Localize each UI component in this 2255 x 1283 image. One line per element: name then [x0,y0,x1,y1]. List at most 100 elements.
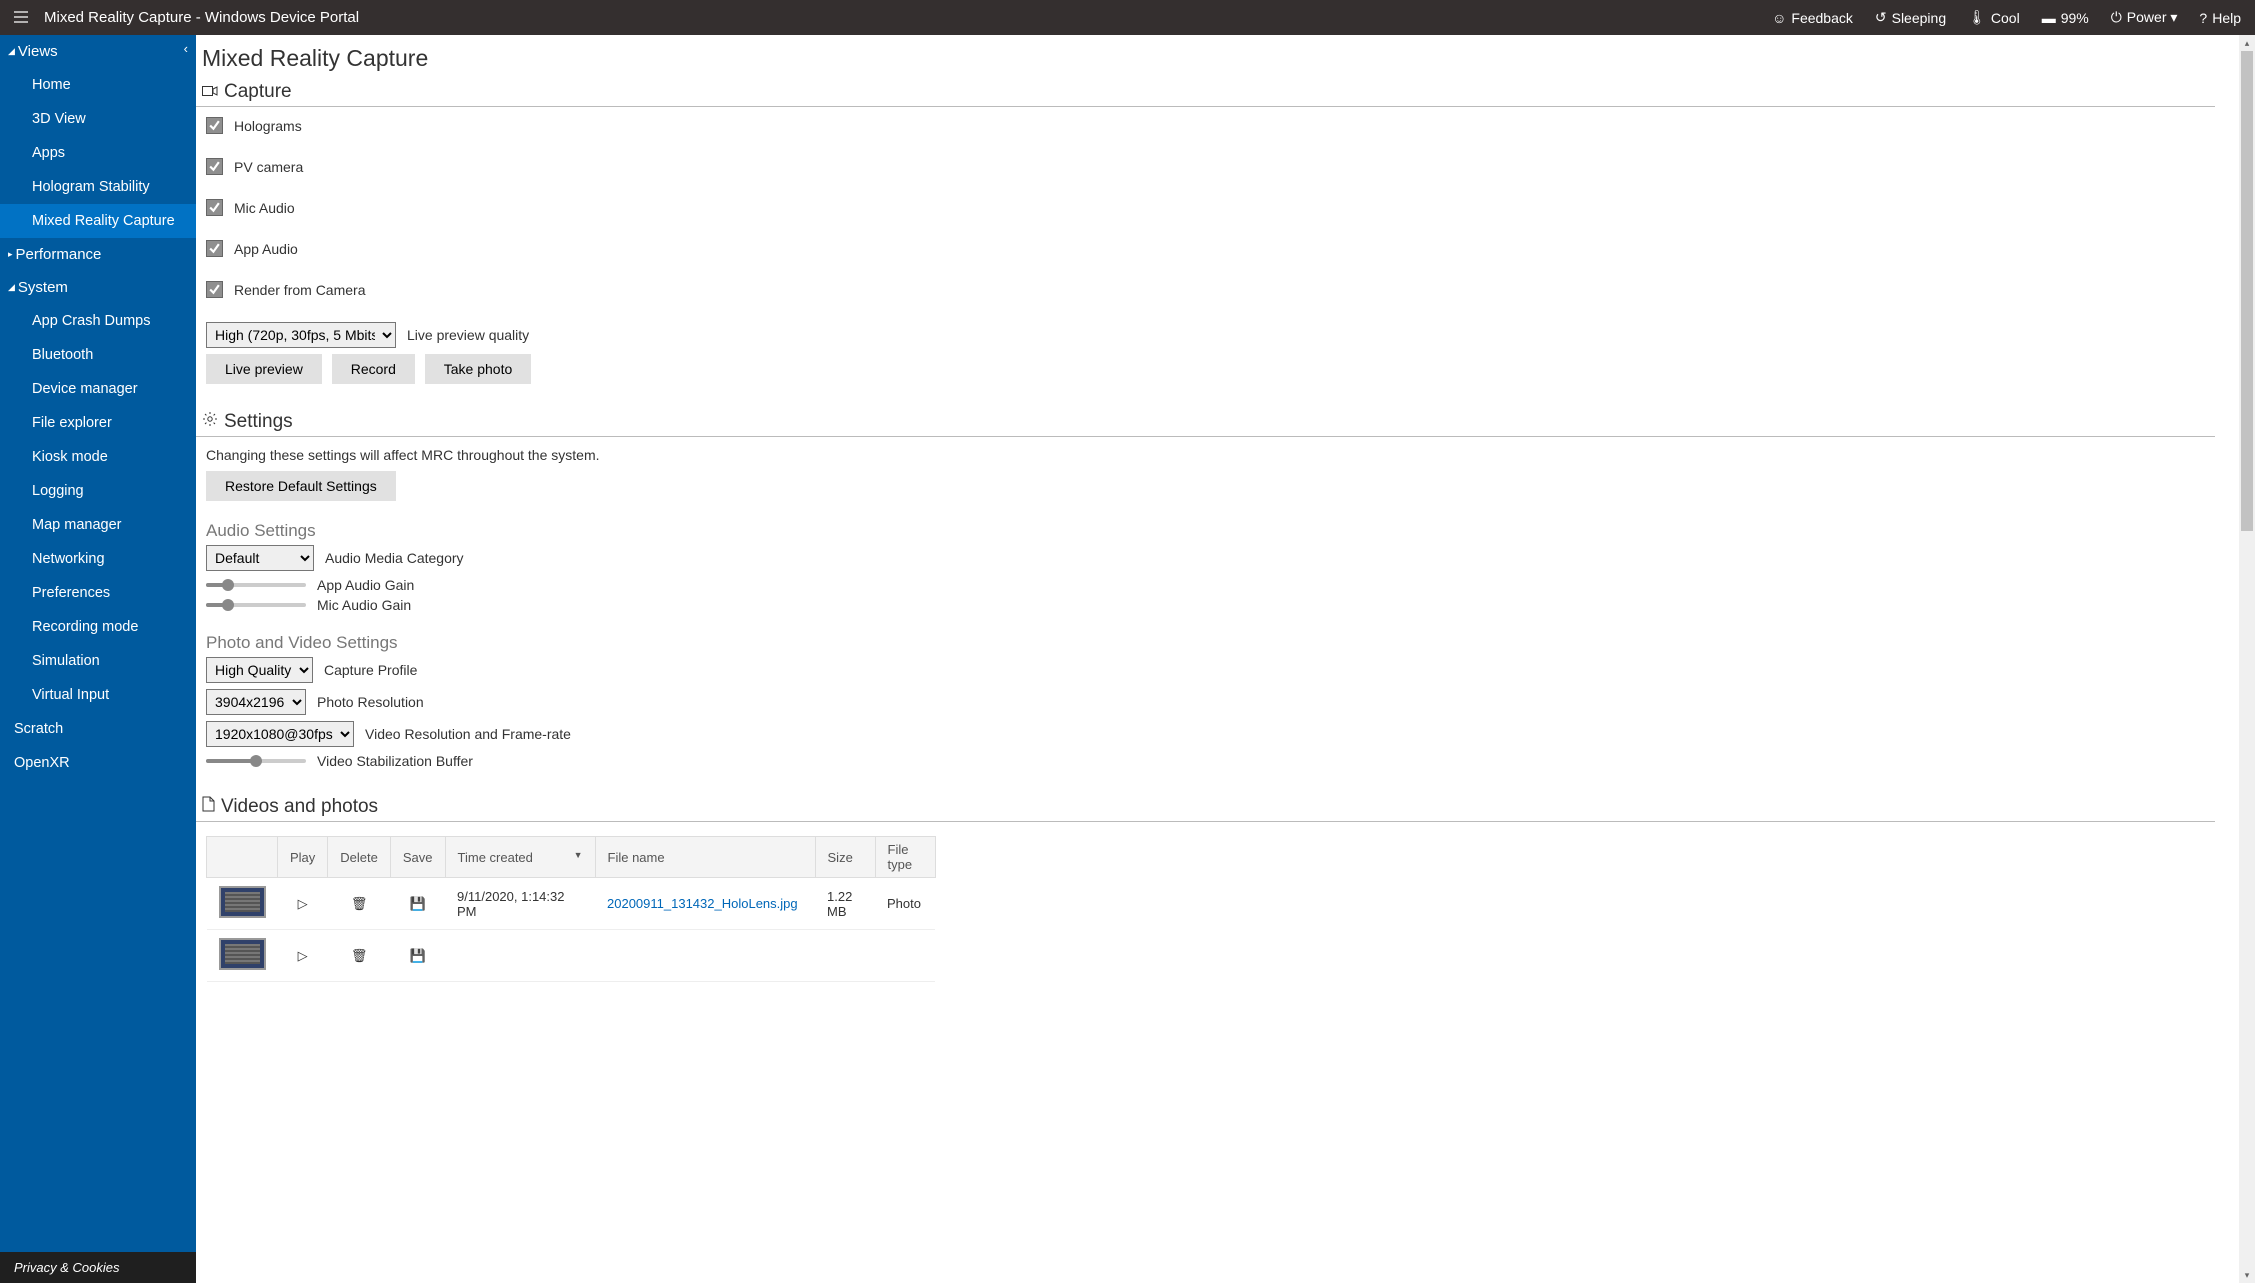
delete-icon[interactable]: 🗑 [328,878,391,930]
sort-down-icon: ▼ [574,850,583,860]
col-size[interactable]: Size [815,837,875,878]
video-stabilization-slider[interactable] [206,756,306,766]
pv-camera-checkbox[interactable] [206,158,223,175]
file-name-link[interactable]: 20200911_131432_HoloLens.jpg [607,896,798,911]
sidebar-item-apps[interactable]: Apps [0,136,196,170]
col-time[interactable]: Time created ▼ [445,837,595,878]
sidebar-item-kiosk-mode[interactable]: Kiosk mode [0,440,196,474]
power-menu[interactable]: ⏻ Power ▾ [2111,9,2178,26]
smile-icon: ☺ [1772,10,1786,26]
col-filename[interactable]: File name [595,837,815,878]
sidebar-item-app-crash-dumps[interactable]: App Crash Dumps [0,304,196,338]
history-icon: ↺ [1875,9,1887,26]
app-audio-label: App Audio [234,241,298,257]
sidebar-item-device-manager[interactable]: Device manager [0,372,196,406]
sidebar-item-hologram-stability[interactable]: Hologram Stability [0,170,196,204]
power-icon: ⏻ [2111,9,2122,26]
file-type: Photo [875,878,935,930]
sidebar-item-home[interactable]: Home [0,68,196,102]
sleeping-status[interactable]: ↺ Sleeping [1875,9,1946,26]
privacy-cookies-link[interactable]: Privacy & Cookies [0,1252,196,1283]
take-photo-button[interactable]: Take photo [425,354,532,384]
mic-audio-gain-slider[interactable] [206,600,306,610]
sidebar-item-openxr[interactable]: OpenXR [0,746,196,780]
files-table: Play Delete Save Time created ▼ File nam… [206,836,936,982]
top-bar: Mixed Reality Capture - Windows Device P… [0,0,2255,35]
table-row: ▷ 🗑 💾 [207,930,936,982]
audio-media-category-label: Audio Media Category [325,550,464,566]
sidebar-section-views[interactable]: ◢ Views [0,35,196,68]
triangle-down-icon: ◢ [8,46,15,57]
sidebar-item-3d-view[interactable]: 3D View [0,102,196,136]
document-icon [202,796,215,818]
settings-note: Changing these settings will affect MRC … [206,447,2235,463]
play-icon[interactable]: ▷ [278,878,328,930]
scroll-up-icon[interactable]: ▴ [2239,35,2255,51]
video-resolution-select[interactable]: 1920x1080@30fps [206,721,354,747]
app-audio-checkbox[interactable] [206,240,223,257]
mic-audio-label: Mic Audio [234,200,295,216]
delete-icon[interactable]: 🗑 [328,930,391,982]
triangle-down-icon: ◢ [8,282,15,293]
sidebar-item-networking[interactable]: Networking [0,542,196,576]
live-preview-quality-select[interactable]: High (720p, 30fps, 5 Mbits) [206,322,396,348]
save-icon[interactable]: 💾 [390,930,445,982]
audio-settings-header: Audio Settings [206,521,2235,541]
thermometer-icon: 🌡 [1968,9,1986,26]
col-filetype[interactable]: File type [875,837,935,878]
audio-media-category-select[interactable]: Default [206,545,314,571]
scroll-down-icon[interactable]: ▾ [2239,1267,2255,1283]
photo-video-settings-header: Photo and Video Settings [206,633,2235,653]
collapse-sidebar-icon[interactable]: ‹ [184,41,188,56]
sidebar-item-scratch[interactable]: Scratch [0,712,196,746]
sidebar-item-recording-mode[interactable]: Recording mode [0,610,196,644]
sidebar-section-performance[interactable]: ▸ Performance [0,238,196,271]
app-audio-gain-label: App Audio Gain [317,577,414,593]
photo-resolution-select[interactable]: 3904x2196 [206,689,306,715]
holograms-checkbox[interactable] [206,117,223,134]
sidebar-item-mixed-reality-capture[interactable]: Mixed Reality Capture [0,204,196,238]
mic-audio-gain-label: Mic Audio Gain [317,597,411,613]
page-title: Mixed Reality Capture [196,35,2235,78]
record-button[interactable]: Record [332,354,415,384]
col-save[interactable]: Save [390,837,445,878]
app-audio-gain-slider[interactable] [206,580,306,590]
battery-icon: ▬ [2042,10,2056,26]
sidebar-item-logging[interactable]: Logging [0,474,196,508]
col-delete[interactable]: Delete [328,837,391,878]
sidebar-section-system[interactable]: ◢ System [0,271,196,304]
live-preview-button[interactable]: Live preview [206,354,322,384]
time-created: 9/11/2020, 1:14:32 PM [445,878,595,930]
thumbnail [219,938,266,970]
save-icon[interactable]: 💾 [390,878,445,930]
render-from-camera-checkbox[interactable] [206,281,223,298]
battery-status[interactable]: ▬ 99% [2042,10,2089,26]
scrollbar[interactable]: ▴ ▾ [2239,35,2255,1283]
gear-icon [202,411,218,433]
sidebar-item-virtual-input[interactable]: Virtual Input [0,678,196,712]
temperature-status[interactable]: 🌡 Cool [1968,9,2020,26]
restore-default-settings-button[interactable]: Restore Default Settings [206,471,396,501]
help-icon: ? [2199,10,2207,26]
play-icon[interactable]: ▷ [278,930,328,982]
capture-panel: Capture Holograms PV camera Mic Audio A [196,78,2235,384]
feedback-button[interactable]: ☺ Feedback [1772,10,1853,26]
sidebar-item-map-manager[interactable]: Map manager [0,508,196,542]
capture-profile-label: Capture Profile [324,662,417,678]
sidebar-item-file-explorer[interactable]: File explorer [0,406,196,440]
render-from-camera-label: Render from Camera [234,282,366,298]
main-content: ▴ ▾ Mixed Reality Capture Capture Hologr… [196,35,2255,1283]
mic-audio-checkbox[interactable] [206,199,223,216]
sidebar-item-bluetooth[interactable]: Bluetooth [0,338,196,372]
app-title: Mixed Reality Capture - Windows Device P… [44,9,1772,26]
scrollbar-thumb[interactable] [2241,51,2253,531]
sidebar-item-simulation[interactable]: Simulation [0,644,196,678]
photo-resolution-label: Photo Resolution [317,694,424,710]
menu-icon[interactable] [14,10,28,26]
help-button[interactable]: ? Help [2199,10,2241,26]
sidebar-item-preferences[interactable]: Preferences [0,576,196,610]
pv-camera-label: PV camera [234,159,303,175]
capture-profile-select[interactable]: High Quality [206,657,313,683]
triangle-right-icon: ▸ [8,249,13,260]
col-play[interactable]: Play [278,837,328,878]
